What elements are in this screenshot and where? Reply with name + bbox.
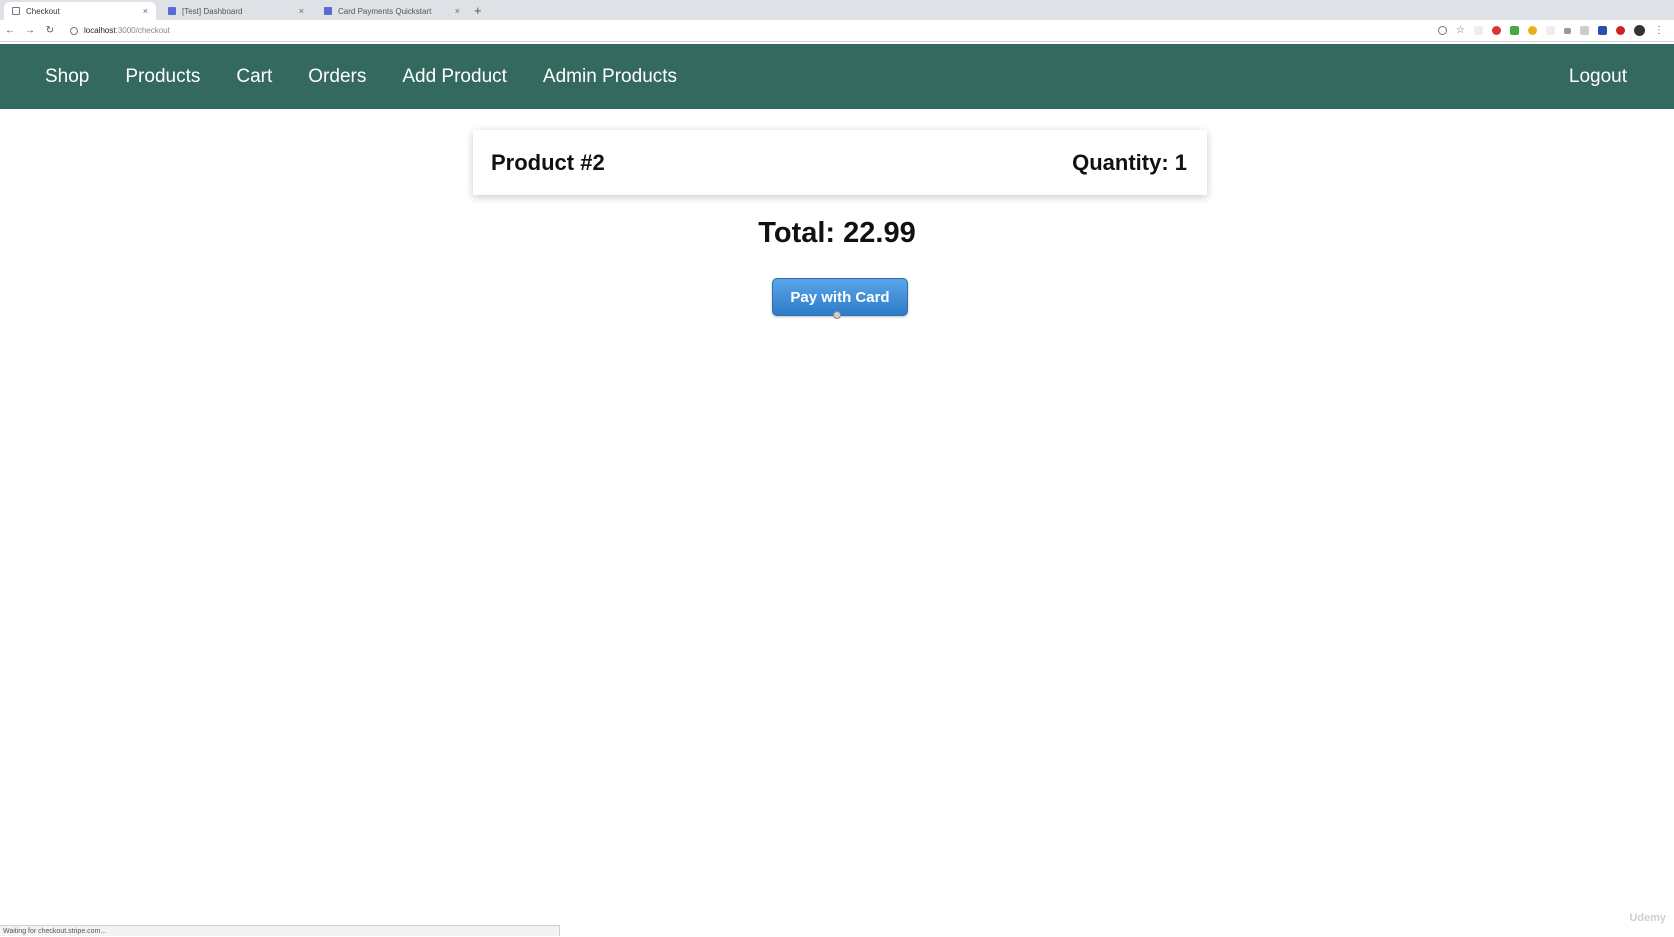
forward-arrow-icon[interactable]: → — [20, 25, 40, 36]
product-quantity: Quantity: 1 — [1072, 149, 1187, 175]
close-icon[interactable]: × — [455, 6, 460, 16]
extension-icon[interactable] — [1528, 26, 1537, 35]
extension-icon[interactable] — [1474, 26, 1483, 35]
browser-tab-strip: Checkout × [Test] Dashboard × Card Payme… — [0, 0, 1674, 20]
tab-dashboard[interactable]: [Test] Dashboard × — [160, 2, 312, 20]
stripe-icon — [324, 7, 332, 15]
avatar[interactable] — [1634, 25, 1645, 36]
watermark-logo: Udemy — [1629, 912, 1666, 924]
reload-icon[interactable]: ↻ — [40, 25, 60, 36]
info-icon[interactable] — [70, 26, 78, 35]
url-path: :3000/checkout — [115, 26, 170, 35]
close-icon[interactable]: × — [143, 6, 148, 16]
stripe-icon — [168, 7, 176, 15]
page-icon — [12, 7, 20, 15]
logout-button[interactable]: Logout — [1569, 66, 1627, 88]
star-icon[interactable]: ☆ — [1456, 25, 1465, 36]
extension-icon[interactable] — [1492, 26, 1501, 35]
product-title: Product #2 — [491, 149, 605, 175]
extension-icon[interactable] — [1580, 26, 1589, 35]
back-arrow-icon[interactable]: ← — [0, 25, 20, 36]
browser-toolbar: ← → ↻ localhost:3000/checkout ☆ ⋮ — [0, 20, 1674, 42]
nav-admin-products[interactable]: Admin Products — [543, 66, 677, 88]
mouse-cursor — [833, 311, 841, 319]
zoom-icon[interactable] — [1438, 26, 1448, 35]
nav-add-product[interactable]: Add Product — [402, 66, 507, 88]
cart-item: Product #2 Quantity: 1 — [473, 130, 1207, 195]
tab-checkout[interactable]: Checkout × — [4, 2, 156, 20]
address-bar[interactable]: localhost:3000/checkout — [66, 23, 1396, 39]
order-total: Total: 22.99 — [758, 217, 916, 249]
extension-icon[interactable] — [1546, 26, 1555, 35]
extension-icon[interactable] — [1510, 26, 1519, 35]
tab-title: Checkout — [26, 6, 60, 16]
extension-icon[interactable] — [1616, 26, 1625, 35]
tab-card-payments[interactable]: Card Payments Quickstart × — [316, 2, 468, 20]
url-host: localhost — [84, 26, 116, 35]
status-bar: Waiting for checkout.stripe.com... — [0, 925, 560, 936]
extension-icon[interactable] — [1564, 27, 1571, 34]
nav-products[interactable]: Products — [125, 66, 200, 88]
main-nav: Shop Products Cart Orders Add Product Ad… — [45, 66, 713, 88]
tab-title: Card Payments Quickstart — [338, 6, 432, 16]
extension-icon[interactable] — [1598, 26, 1607, 35]
nav-shop[interactable]: Shop — [45, 66, 89, 88]
main-header: Shop Products Cart Orders Add Product Ad… — [0, 44, 1674, 109]
close-icon[interactable]: × — [299, 6, 304, 16]
tab-title: [Test] Dashboard — [182, 6, 243, 16]
new-tab-button[interactable]: + — [474, 2, 482, 20]
menu-icon[interactable]: ⋮ — [1654, 25, 1664, 36]
nav-orders[interactable]: Orders — [308, 66, 366, 88]
pay-with-card-button[interactable]: Pay with Card — [772, 278, 908, 316]
extension-icons: ☆ ⋮ — [1438, 25, 1664, 36]
nav-cart[interactable]: Cart — [236, 66, 272, 88]
